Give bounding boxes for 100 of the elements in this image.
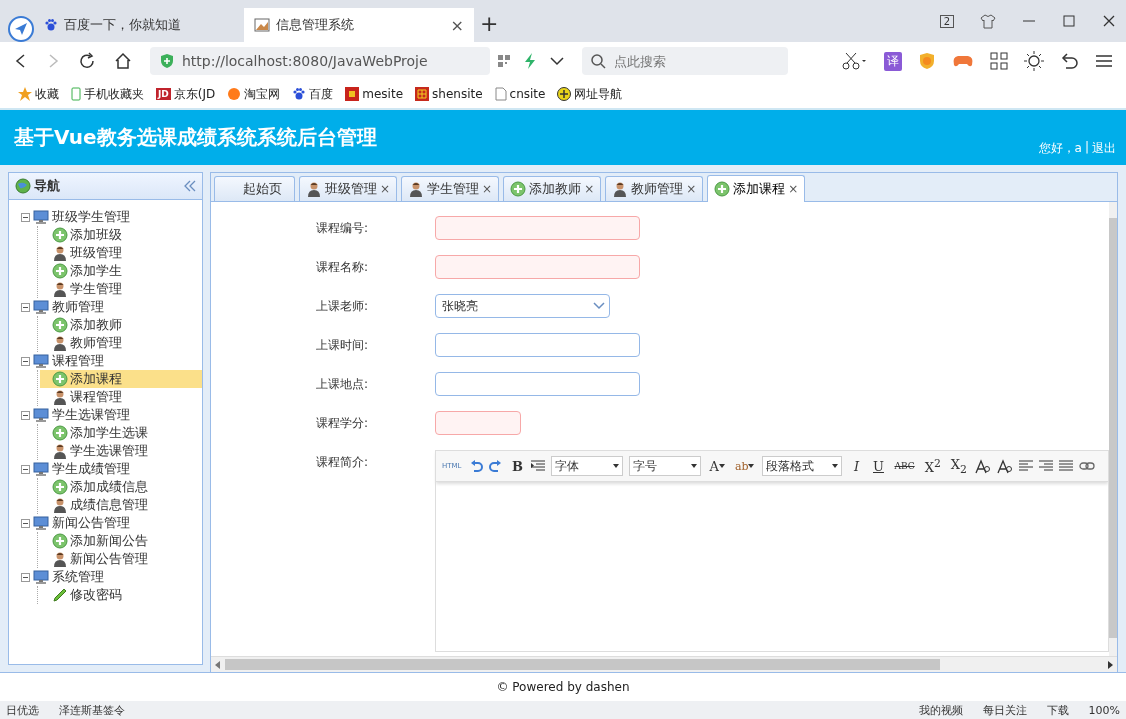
vertical-scrollbar[interactable]	[1109, 202, 1117, 656]
tree-item[interactable]: 添加新闻公告	[40, 532, 202, 550]
tree-item[interactable]: 添加学生选课	[40, 424, 202, 442]
tree-group[interactable]: 教师管理	[21, 298, 202, 316]
input-field[interactable]	[435, 255, 640, 279]
gamepad-icon	[952, 53, 974, 69]
tree-item[interactable]: 添加班级	[40, 226, 202, 244]
bookmark-link[interactable]: 手机收藏夹	[71, 85, 144, 103]
app-title: 基于Vue教务选课成绩系统系统后台管理	[14, 124, 377, 151]
computer-icon	[33, 515, 49, 531]
tree-item[interactable]: 成绩信息管理	[40, 496, 202, 514]
status-item[interactable]: 我的视频	[918, 703, 963, 718]
input-field[interactable]	[435, 372, 640, 396]
input-field[interactable]	[435, 411, 521, 435]
tab-count[interactable]: 2	[939, 14, 954, 28]
status-link[interactable]: 日优选	[6, 703, 39, 718]
tree-item[interactable]: 教师管理	[40, 334, 202, 352]
nav-title: 导航	[34, 177, 60, 195]
tree-item[interactable]: 添加教师	[40, 316, 202, 334]
person-icon	[52, 443, 68, 459]
add-icon	[714, 181, 731, 197]
editor-dropdown[interactable]: 字号	[629, 456, 702, 476]
tree-group[interactable]: 班级学生管理	[21, 208, 202, 226]
editor-tool-button[interactable]: ABC	[892, 455, 917, 477]
person-icon	[52, 551, 68, 567]
tree-group[interactable]: 学生成绩管理	[21, 460, 202, 478]
browser-tab[interactable]: 百度一下，你就知道	[34, 8, 244, 42]
sun-icon	[1024, 51, 1044, 71]
bookmark-link[interactable]: cnsite	[494, 87, 546, 101]
close-tab-button[interactable]: ×	[686, 182, 697, 196]
collapse-button[interactable]	[184, 180, 196, 192]
tree-item[interactable]: 添加成绩信息	[40, 478, 202, 496]
editor-tool-button[interactable]: I	[848, 455, 865, 477]
close-tab-button[interactable]: ×	[788, 182, 799, 196]
browser-tab[interactable]: 信息管理系统 ×	[244, 8, 474, 42]
tree-item[interactable]: 学生管理	[40, 280, 202, 298]
chevron-down-icon	[593, 302, 605, 310]
editor-tool-button[interactable]: B	[509, 455, 526, 477]
bookmark-link[interactable]: JD 京东(JD	[156, 85, 216, 103]
person-icon	[52, 245, 68, 261]
input-field[interactable]	[435, 333, 640, 357]
translate-button[interactable]: 译	[884, 51, 902, 71]
bookmark-link[interactable]: 淘宝网	[227, 85, 281, 103]
editor-dropdown[interactable]: 段落格式	[762, 456, 843, 476]
status-item[interactable]: 100%	[1088, 704, 1120, 717]
qr-icon	[498, 55, 510, 67]
editor-tool-button[interactable]: U	[870, 455, 887, 477]
new-tab-button[interactable]: +	[480, 11, 499, 36]
close-tab-button[interactable]: ×	[584, 182, 595, 196]
editor-tool-button[interactable]: ab	[732, 455, 757, 477]
bookmark-link[interactable]: 收藏	[18, 85, 59, 103]
horizontal-scrollbar[interactable]	[211, 656, 1117, 672]
tree-item[interactable]: 添加课程	[40, 370, 202, 388]
editor-tool-button[interactable]: X$_{2}$	[948, 455, 969, 477]
tab[interactable]: 添加课程 ×	[707, 175, 806, 202]
tab[interactable]: 教师管理 ×	[605, 176, 704, 201]
undo-icon	[1060, 52, 1080, 70]
tree-group[interactable]: 新闻公告管理	[21, 514, 202, 532]
tree-item[interactable]: 班级管理	[40, 244, 202, 262]
editor-dropdown[interactable]: 字体	[551, 456, 624, 476]
separator-text: |	[1084, 140, 1089, 156]
bookmark-link[interactable]: mesite	[345, 87, 404, 101]
undo-icon	[469, 459, 484, 473]
editor-tool-button[interactable]: X$^{2}$	[922, 455, 943, 477]
bookmark-link[interactable]: 网址导航	[557, 85, 623, 103]
input-field[interactable]	[435, 216, 640, 240]
tree-item[interactable]: 新闻公告管理	[40, 550, 202, 568]
jd-logo: JD	[156, 88, 171, 100]
tree-item[interactable]: 添加学生	[40, 262, 202, 280]
field-label: 课程学分:	[316, 415, 370, 432]
editor-tool-button[interactable]: A	[707, 455, 727, 477]
person-icon	[52, 335, 68, 351]
address-bar[interactable]: http://localhost:8080/JavaWebProje	[150, 47, 490, 75]
tree-item[interactable]: 学生选课管理	[40, 442, 202, 460]
status-link[interactable]: 泽连斯基签令	[59, 703, 125, 718]
tree-group[interactable]: 学生选课管理	[21, 406, 202, 424]
close-tab-button[interactable]: ×	[380, 182, 391, 196]
tree-group[interactable]: 课程管理	[21, 352, 202, 370]
page-icon	[254, 17, 270, 33]
clear-format-icon	[974, 458, 991, 474]
tab[interactable]: 班级管理 ×	[299, 176, 398, 201]
status-item[interactable]: 每日关注	[982, 703, 1027, 718]
bookmark-link[interactable]: shensite	[415, 87, 483, 101]
status-item[interactable]: 下载	[1046, 703, 1069, 718]
tab[interactable]: 起始页	[214, 176, 295, 201]
person-icon	[52, 497, 68, 513]
add-icon	[52, 371, 68, 387]
clear-format-icon	[996, 458, 1013, 474]
bookmark-link[interactable]: 百度	[292, 85, 334, 103]
tab[interactable]: 学生管理 ×	[401, 176, 500, 201]
search-field[interactable]: 点此搜索	[582, 47, 788, 75]
tab[interactable]: 添加教师 ×	[503, 176, 602, 201]
close-tab-button[interactable]: ×	[482, 182, 493, 196]
tree-item[interactable]: 课程管理	[40, 388, 202, 406]
close-tab-button[interactable]: ×	[450, 15, 464, 35]
teacher-dropdown[interactable]: 张晓亮	[435, 294, 610, 318]
tree-item[interactable]: 修改密码	[40, 586, 202, 604]
tree-group[interactable]: 系统管理	[21, 568, 202, 586]
person-icon	[52, 281, 68, 297]
compass-icon	[557, 87, 572, 101]
